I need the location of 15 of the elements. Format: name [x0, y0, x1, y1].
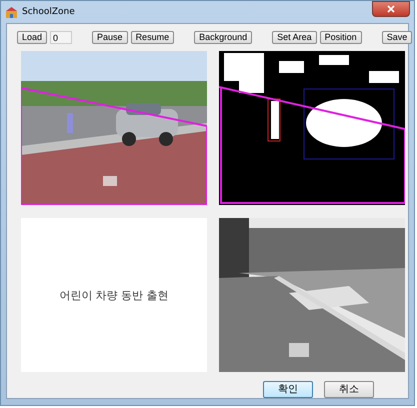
toolbar-button[interactable]: Pause: [92, 31, 128, 44]
window-title: SchoolZone: [22, 7, 75, 17]
toolbar-button[interactable]: Background: [194, 31, 252, 44]
close-button[interactable]: [372, 1, 410, 17]
message-text: 어린이 차량 동반 출현: [59, 288, 169, 302]
close-icon: [387, 5, 395, 13]
toolbar-button[interactable]: Load: [17, 31, 48, 44]
toolbar-button[interactable]: Position: [320, 31, 362, 44]
dialog-button[interactable]: 확인: [263, 381, 313, 398]
toolbar-button[interactable]: Resume: [130, 31, 174, 44]
toolbar-button[interactable]: Save: [382, 31, 412, 44]
input-field[interactable]: 0: [50, 31, 72, 44]
toolbar-button[interactable]: Set Area: [272, 31, 317, 44]
dialog-button[interactable]: 취소: [324, 381, 374, 398]
app-icon: [5, 6, 18, 18]
